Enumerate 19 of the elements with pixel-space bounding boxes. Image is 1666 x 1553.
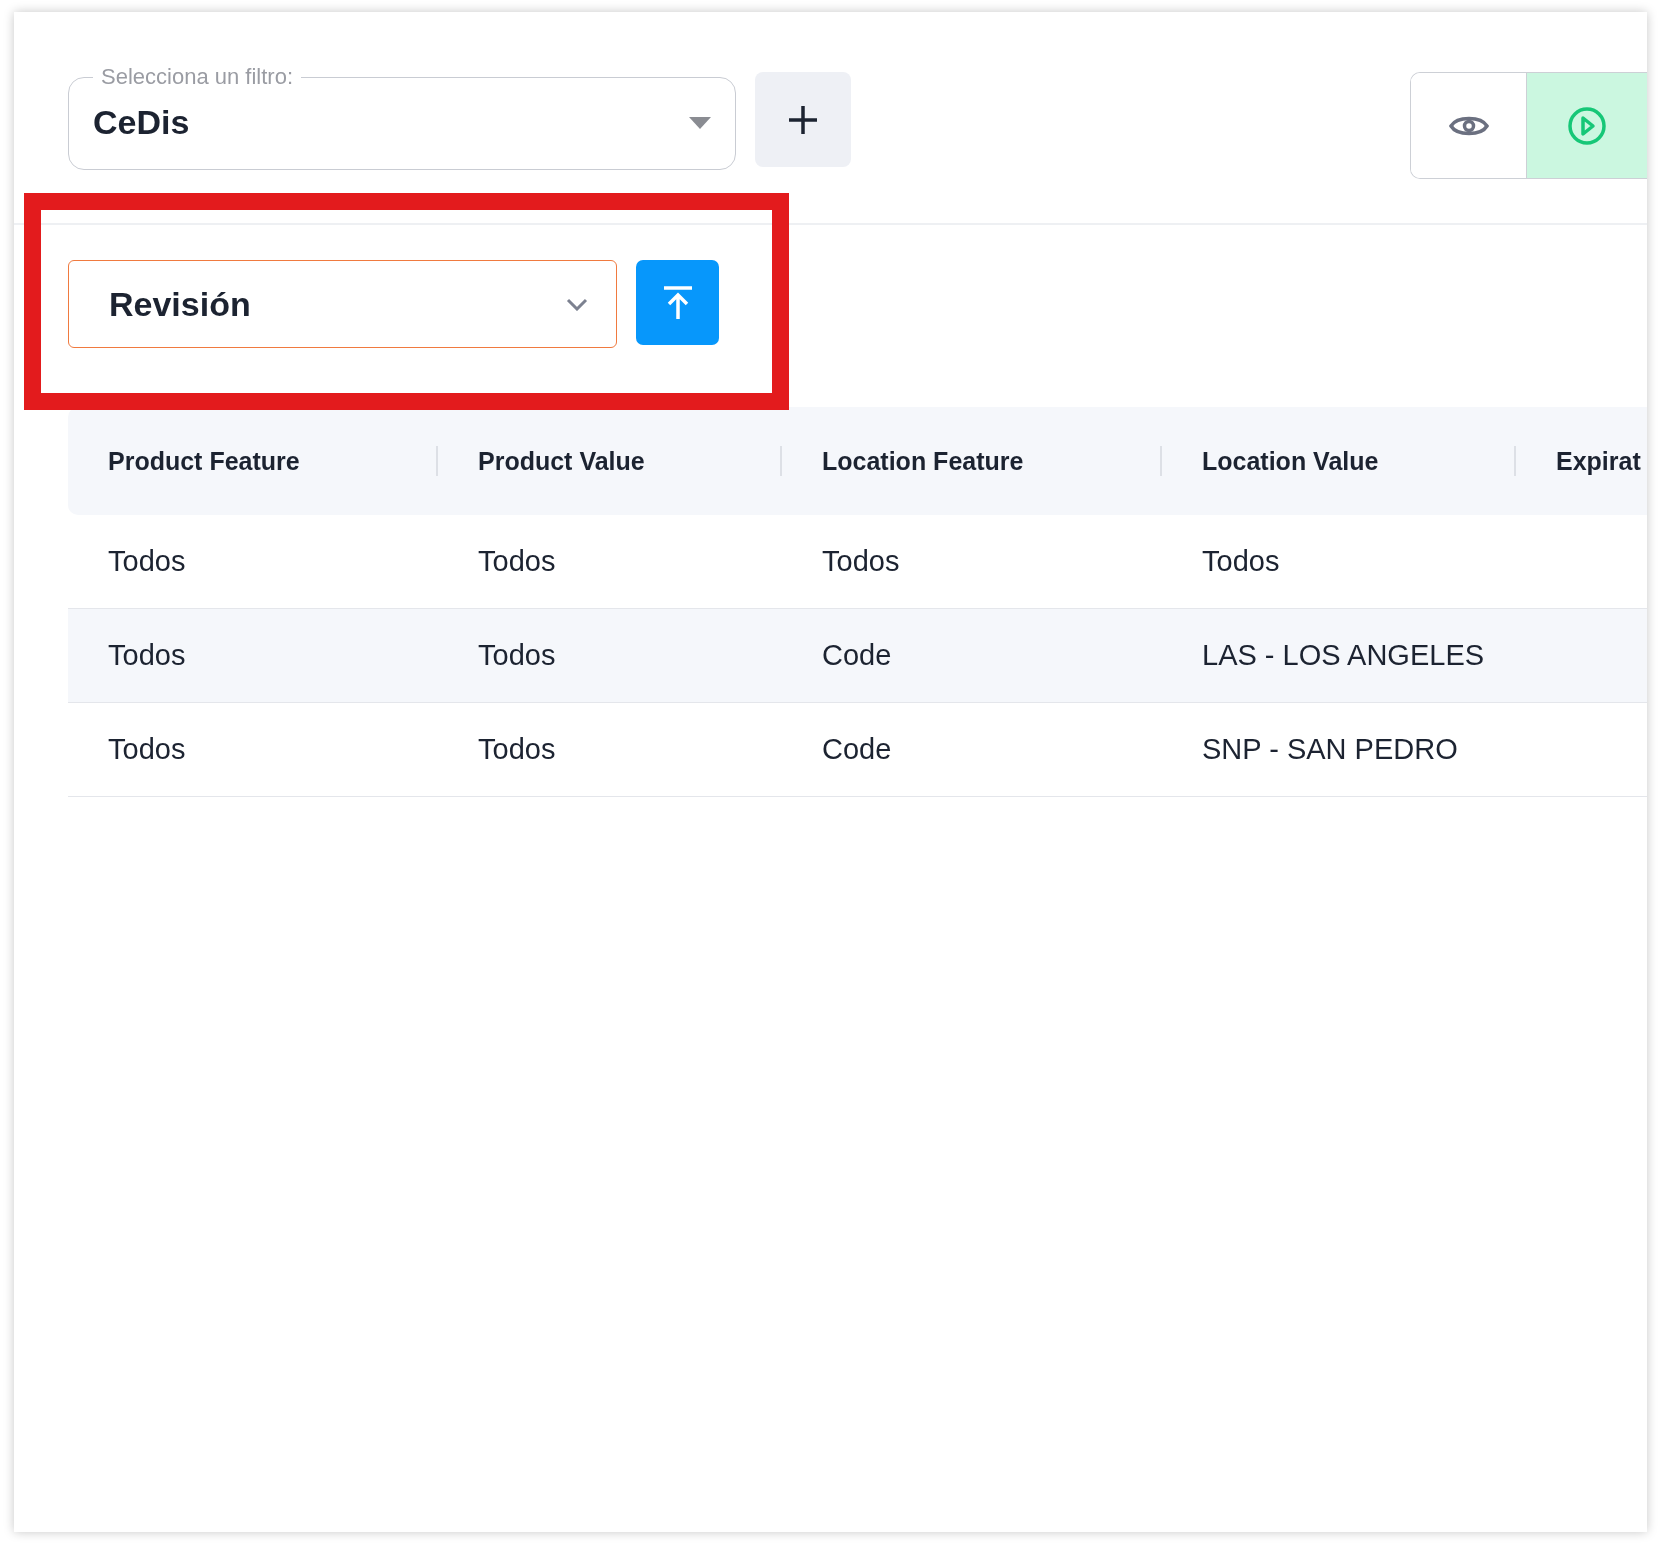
column-header: Expirat bbox=[1555, 446, 1641, 476]
filter-label: Selecciona un filtro: bbox=[100, 64, 294, 90]
table-cell-text: Code bbox=[821, 733, 893, 766]
table-cell-text: Todos bbox=[107, 639, 187, 672]
table-cell-text: LAS - LOS ANGELES bbox=[1201, 639, 1486, 672]
table-cell-text: Todos bbox=[477, 545, 557, 578]
column-header: Location Feature bbox=[821, 446, 1024, 476]
column-header: Product Feature bbox=[107, 446, 300, 476]
table-cell-text: Code bbox=[821, 639, 893, 672]
column-header: Location Value bbox=[1201, 446, 1379, 476]
table-cell-text: Todos bbox=[821, 545, 901, 578]
table-cell-text: Todos bbox=[107, 733, 187, 766]
table-cell-text: Todos bbox=[107, 545, 187, 578]
status-select[interactable]: Revisión bbox=[68, 260, 617, 348]
column-header: Product Value bbox=[477, 446, 645, 476]
table-cell-text: SNP - SAN PEDRO bbox=[1201, 733, 1459, 766]
table-cell-text: Todos bbox=[477, 733, 557, 766]
table-cell-text: Todos bbox=[1201, 545, 1281, 578]
table-cell-text: Todos bbox=[477, 639, 557, 672]
